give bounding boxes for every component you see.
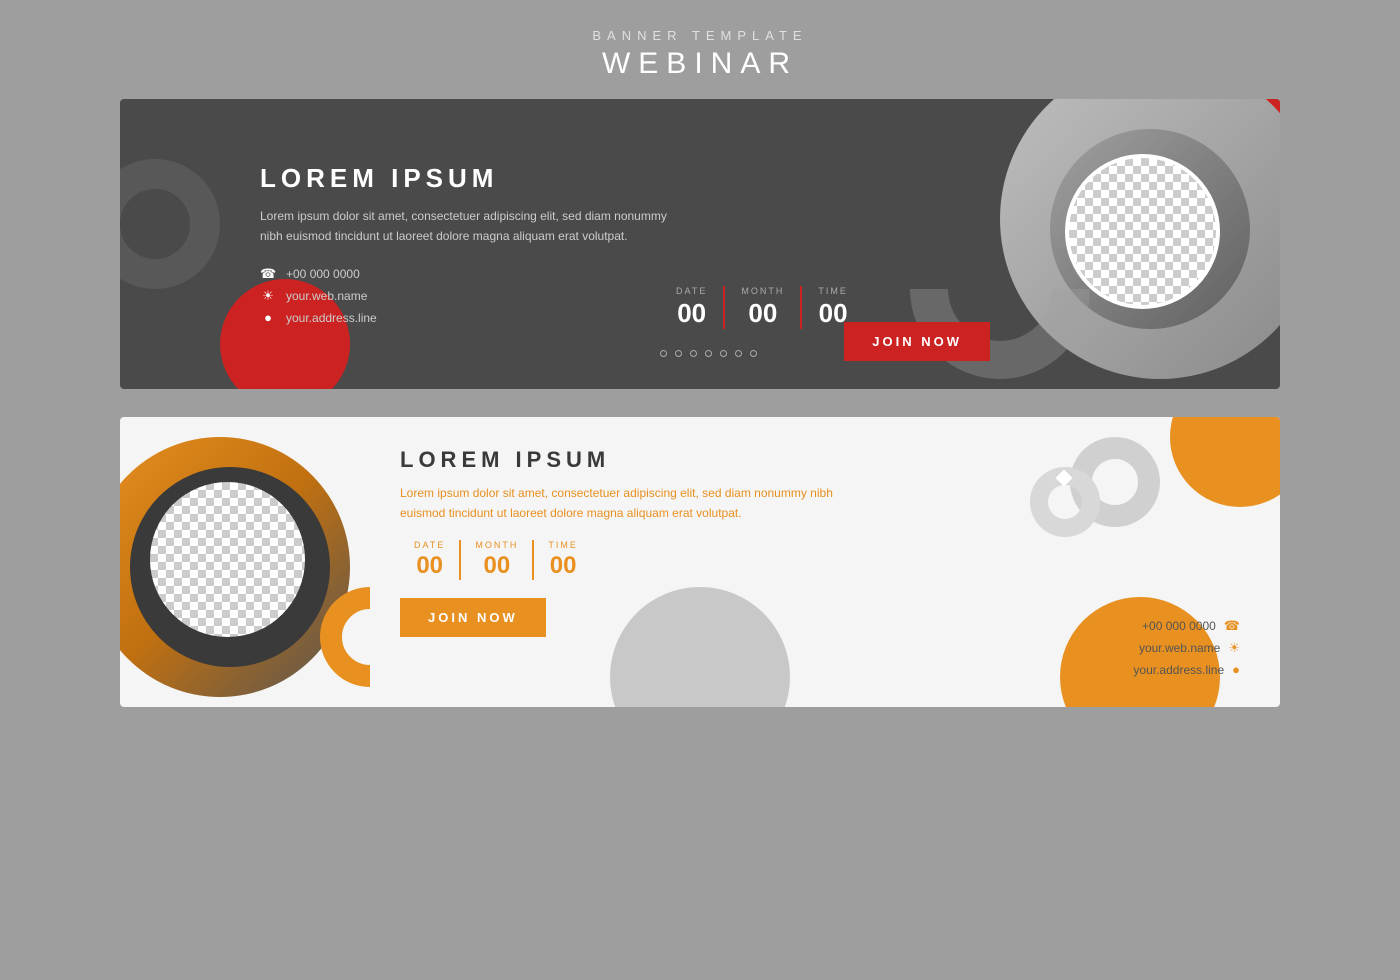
b1-month-label: MONTH bbox=[741, 286, 784, 296]
b1-date-label: DATE bbox=[676, 286, 707, 296]
b1-phone-item: ☎ +00 000 0000 bbox=[260, 266, 820, 282]
b2-desc: Lorem ipsum dolor sit amet, consectetuer… bbox=[400, 483, 880, 524]
b1-phone: +00 000 0000 bbox=[286, 267, 360, 281]
b2-date-block: DATE 00 bbox=[400, 540, 461, 580]
b1-dot-2 bbox=[675, 350, 682, 357]
b2-month-label: MONTH bbox=[475, 540, 518, 550]
b2-phone: +00 000 0000 bbox=[1142, 619, 1216, 633]
b1-month-value: 00 bbox=[741, 298, 784, 329]
phone-icon: ☎ bbox=[260, 266, 276, 282]
b1-datetime: DATE 00 MONTH 00 TIME 00 bbox=[660, 286, 864, 329]
b2-date-label: DATE bbox=[414, 540, 445, 550]
b1-dot-3 bbox=[690, 350, 697, 357]
b1-dots bbox=[660, 350, 757, 357]
b2-phone-item: +00 000 0000 ☎ bbox=[1142, 618, 1240, 634]
b2-month-block: MONTH 00 bbox=[461, 540, 534, 580]
b1-dot-5 bbox=[720, 350, 727, 357]
page-subtitle: BANNER TEMPLATE bbox=[592, 28, 807, 43]
b1-bg-circle-left bbox=[120, 159, 220, 289]
b1-date-block: DATE 00 bbox=[660, 286, 725, 329]
b1-website: your.web.name bbox=[286, 289, 367, 303]
b1-address: your.address.line bbox=[286, 311, 377, 325]
b1-circle-photo bbox=[1065, 154, 1220, 309]
page-header: BANNER TEMPLATE WEBINAR bbox=[592, 0, 807, 99]
b2-orange-corner-circle bbox=[1170, 417, 1280, 507]
b2-address-item: your.address.line ● bbox=[1133, 662, 1240, 677]
b2-circle-photo bbox=[150, 482, 305, 637]
phone-icon: ☎ bbox=[1224, 618, 1240, 634]
b2-content: LOREM IPSUM Lorem ipsum dolor sit amet, … bbox=[400, 447, 960, 637]
b2-month-value: 00 bbox=[475, 552, 518, 580]
b2-contact: +00 000 0000 ☎ your.web.name ☀ your.addr… bbox=[1133, 618, 1240, 677]
b1-desc: Lorem ipsum dolor sit amet, consectetuer… bbox=[260, 206, 690, 247]
b2-join-button[interactable]: JOIN NOW bbox=[400, 598, 546, 637]
b2-address: your.address.line bbox=[1133, 663, 1224, 677]
location-icon: ● bbox=[1232, 662, 1240, 677]
b2-time-block: TIME 00 bbox=[534, 540, 592, 580]
b2-heading: LOREM IPSUM bbox=[400, 447, 960, 473]
b1-heading: LOREM IPSUM bbox=[260, 163, 820, 194]
page-title: WEBINAR bbox=[592, 47, 807, 81]
b1-dot-4 bbox=[705, 350, 712, 357]
b1-join-button[interactable]: JOIN NOW bbox=[844, 322, 990, 361]
b2-web-item: your.web.name ☀ bbox=[1139, 640, 1240, 656]
globe-icon: ☀ bbox=[260, 288, 276, 304]
b1-dot-1 bbox=[660, 350, 667, 357]
b2-website: your.web.name bbox=[1139, 641, 1220, 655]
b1-month-block: MONTH 00 bbox=[725, 286, 802, 329]
b2-datetime: DATE 00 MONTH 00 TIME 00 bbox=[400, 540, 960, 580]
banner1: LOREM IPSUM Lorem ipsum dolor sit amet, … bbox=[120, 99, 1280, 389]
b1-dot-7 bbox=[750, 350, 757, 357]
location-icon: ● bbox=[260, 310, 276, 325]
banner2: LOREM IPSUM Lorem ipsum dolor sit amet, … bbox=[120, 417, 1280, 707]
b1-date-value: 00 bbox=[676, 298, 707, 329]
b2-date-value: 00 bbox=[414, 552, 445, 580]
b1-dot-6 bbox=[735, 350, 742, 357]
b2-time-label: TIME bbox=[548, 540, 578, 550]
b2-time-value: 00 bbox=[548, 552, 578, 580]
globe-icon: ☀ bbox=[1228, 640, 1240, 656]
b1-content: LOREM IPSUM Lorem ipsum dolor sit amet, … bbox=[260, 99, 820, 389]
b1-time-label: TIME bbox=[818, 286, 848, 296]
